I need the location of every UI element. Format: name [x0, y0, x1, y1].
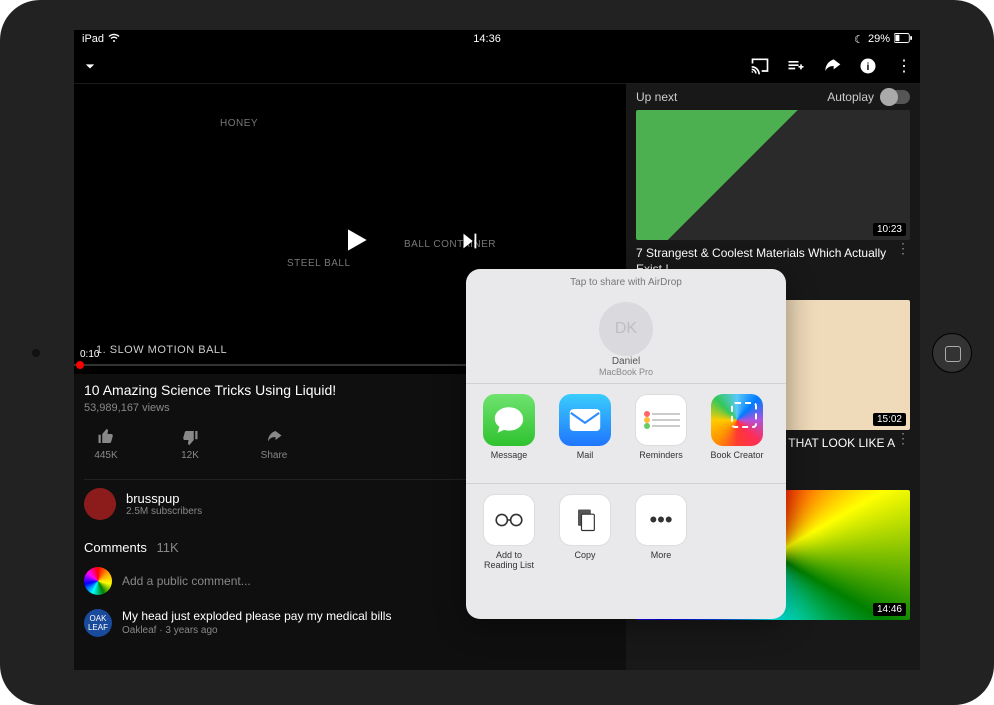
upnext-label: Up next: [636, 90, 677, 104]
comments-label: Comments: [84, 540, 147, 555]
item-more-icon[interactable]: ⋮: [896, 430, 910, 447]
item-more-icon[interactable]: ⋮: [896, 240, 910, 257]
airdrop-hint: Tap to share with AirDrop: [466, 269, 786, 296]
readinglist-icon: [483, 494, 535, 546]
share-actions-row: Add to Reading List Copy ••• More: [466, 484, 786, 584]
share-apps-row: Message Mail Reminders Book Creator: [466, 384, 786, 484]
add-to-queue-icon[interactable]: [786, 56, 806, 76]
comments-count: 11K: [156, 540, 178, 555]
user-avatar: [84, 567, 112, 595]
battery-icon: [894, 33, 912, 46]
next-icon[interactable]: [458, 230, 480, 257]
video-caption: 1. SLOW MOTION BALL: [96, 344, 227, 356]
play-icon[interactable]: [340, 224, 372, 261]
share-app-mail[interactable]: Mail: [554, 394, 616, 473]
dislike-count: 12K: [181, 450, 199, 461]
camera: [32, 349, 40, 357]
device-label: iPad: [82, 33, 104, 45]
status-bar: iPad 14:36 ☾ 29%: [74, 30, 920, 48]
more-icon[interactable]: ⋮: [894, 56, 914, 76]
share-button[interactable]: Share: [252, 428, 296, 461]
channel-avatar: [84, 488, 116, 520]
copy-icon: [559, 494, 611, 546]
clock: 14:36: [473, 33, 501, 45]
more-dots-icon: •••: [635, 494, 687, 546]
screen: iPad 14:36 ☾ 29%: [74, 30, 920, 670]
overlay-honey: HONEY: [220, 118, 258, 129]
share-sheet: Tap to share with AirDrop DK Daniel MacB…: [466, 269, 786, 619]
autoplay-toggle[interactable]: [880, 90, 910, 104]
airdrop-name: Daniel: [612, 356, 640, 367]
commenter-avatar: OAK LEAF: [84, 609, 112, 637]
comment-meta: Oakleaf · 3 years ago: [122, 625, 391, 636]
like-count: 445K: [94, 450, 117, 461]
bookcreator-icon: [711, 394, 763, 446]
duration-badge: 14:46: [873, 603, 906, 616]
ipad-frame: iPad 14:36 ☾ 29%: [0, 0, 994, 705]
message-icon: [483, 394, 535, 446]
wifi-icon: [108, 32, 120, 47]
duration-badge: 10:23: [873, 223, 906, 236]
upnext-header: Up next Autoplay: [626, 84, 920, 110]
top-bar: i ⋮: [74, 48, 920, 84]
share-label: Share: [261, 450, 288, 461]
dislike-button[interactable]: 12K: [168, 428, 212, 461]
duration-badge: 15:02: [873, 413, 906, 426]
progress-scrubber[interactable]: [76, 361, 84, 369]
home-button[interactable]: [932, 333, 972, 373]
mail-icon: [559, 394, 611, 446]
airdrop-initials: DK: [615, 320, 637, 338]
share-action-copy[interactable]: Copy: [554, 494, 616, 574]
dnd-icon: ☾: [854, 33, 864, 46]
battery-label: 29%: [868, 33, 890, 45]
share-app-message[interactable]: Message: [478, 394, 540, 473]
like-button[interactable]: 445K: [84, 428, 128, 461]
airdrop-device: MacBook Pro: [599, 367, 653, 377]
share-action-readinglist[interactable]: Add to Reading List: [478, 494, 540, 574]
info-icon[interactable]: i: [858, 56, 878, 76]
autoplay-label: Autoplay: [827, 90, 874, 104]
cast-icon[interactable]: [750, 56, 770, 76]
share-app-reminders[interactable]: Reminders: [630, 394, 692, 473]
channel-name: brusspup: [126, 491, 202, 506]
reminders-icon: [635, 394, 687, 446]
channel-subs: 2.5M subscribers: [126, 506, 202, 517]
svg-text:i: i: [867, 60, 870, 72]
share-top-icon[interactable]: [822, 56, 842, 76]
comment-placeholder[interactable]: Add a public comment...: [122, 574, 251, 588]
airdrop-target[interactable]: DK: [599, 302, 653, 356]
collapse-icon[interactable]: [80, 56, 100, 76]
comment-text: My head just exploded please pay my medi…: [122, 609, 391, 623]
overlay-container: BALL CONTAINER: [404, 239, 496, 250]
share-app-bookcreator[interactable]: Book Creator: [706, 394, 768, 473]
upnext-thumbnail: 10:23: [636, 110, 910, 240]
share-action-more[interactable]: ••• More: [630, 494, 692, 574]
airdrop-row: DK Daniel MacBook Pro: [466, 296, 786, 384]
